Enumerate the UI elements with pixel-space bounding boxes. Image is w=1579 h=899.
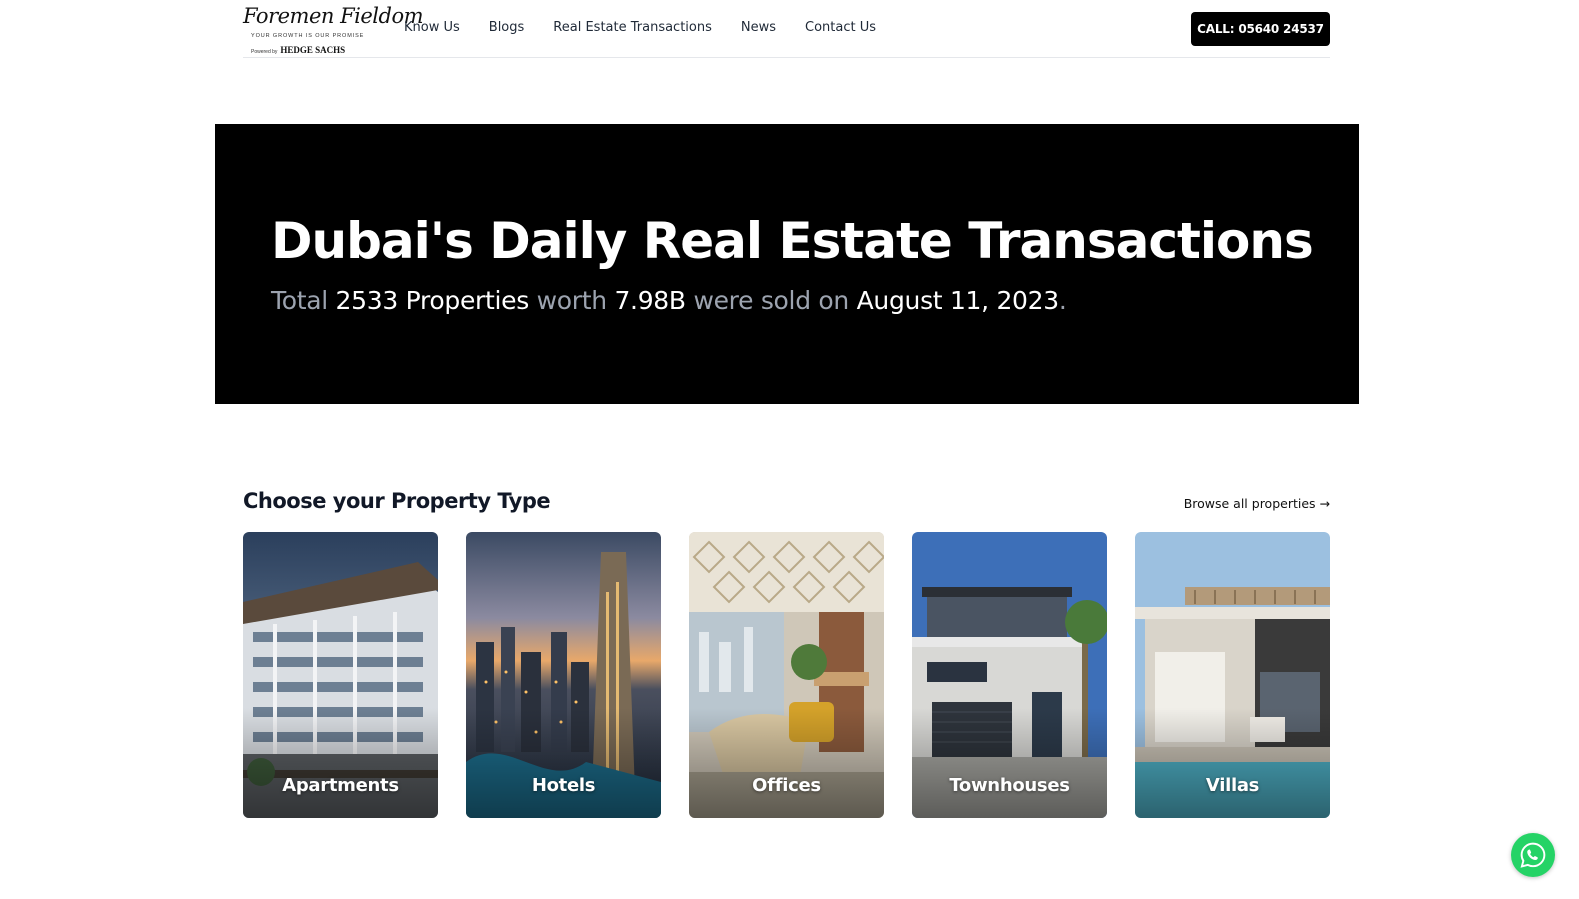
call-button[interactable]: CALL: 05640 24537: [1191, 12, 1330, 46]
powered-by-text: Powered by: [251, 49, 278, 55]
card-shade: [243, 708, 438, 818]
card-apartments[interactable]: Apartments: [243, 532, 438, 818]
hero-banner: Dubai's Daily Real Estate Transactions T…: [215, 124, 1359, 404]
card-hotels[interactable]: Hotels: [466, 532, 661, 818]
whatsapp-chat-button[interactable]: [1511, 833, 1555, 877]
card-shade: [912, 708, 1107, 818]
main-nav: Know Us Blogs Real Estate Transactions N…: [404, 20, 905, 35]
card-label-villas: Villas: [1205, 775, 1260, 796]
hero-subtitle: Total 2533 Properties worth 7.98B were s…: [271, 286, 1067, 315]
property-type-cards: Apartments Hotels Offices Townhouses Vil…: [243, 532, 1330, 818]
card-shade: [466, 708, 661, 818]
nav-blogs[interactable]: Blogs: [489, 20, 525, 35]
hero-date: August 11, 2023: [856, 286, 1060, 315]
hero-sub-sold: were sold on: [693, 286, 849, 315]
brand-logo[interactable]: Foremen Fieldom YOUR GROWTH IS OUR PROMI…: [243, 4, 424, 55]
whatsapp-icon: [1520, 842, 1546, 868]
nav-news[interactable]: News: [741, 20, 776, 35]
logo-script-text: Foremen Fieldom: [243, 4, 424, 28]
hero-property-count: 2533 Properties: [335, 286, 530, 315]
property-type-heading: Choose your Property Type: [243, 489, 551, 513]
card-label-offices: Offices: [752, 775, 821, 796]
logo-powered-by: Powered by HEDGE SACHS: [251, 40, 345, 58]
card-label-hotels: Hotels: [531, 775, 596, 796]
card-label-townhouses: Townhouses: [949, 775, 1070, 796]
card-shade: [689, 708, 884, 818]
nav-know-us[interactable]: Know Us: [404, 20, 460, 35]
card-label-apartments: Apartments: [282, 775, 399, 796]
nav-contact-us[interactable]: Contact Us: [805, 20, 876, 35]
hero-title: Dubai's Daily Real Estate Transactions: [271, 212, 1314, 270]
hero-period: .: [1058, 286, 1067, 315]
hero-sub-worth: worth: [536, 286, 607, 315]
site-header: Foremen Fieldom YOUR GROWTH IS OUR PROMI…: [243, 0, 1330, 58]
partner-name: HEDGE SACHS: [280, 45, 346, 55]
card-shade: [1135, 708, 1330, 818]
hero-amount: 7.98B: [614, 286, 686, 315]
card-villas[interactable]: Villas: [1135, 532, 1330, 818]
nav-real-estate-transactions[interactable]: Real Estate Transactions: [553, 20, 712, 35]
hero-sub-total: Total: [271, 286, 328, 315]
logo-tagline: YOUR GROWTH IS OUR PROMISE: [251, 33, 365, 39]
browse-all-properties-link[interactable]: Browse all properties →: [1184, 496, 1330, 511]
card-townhouses[interactable]: Townhouses: [912, 532, 1107, 818]
card-offices[interactable]: Offices: [689, 532, 884, 818]
